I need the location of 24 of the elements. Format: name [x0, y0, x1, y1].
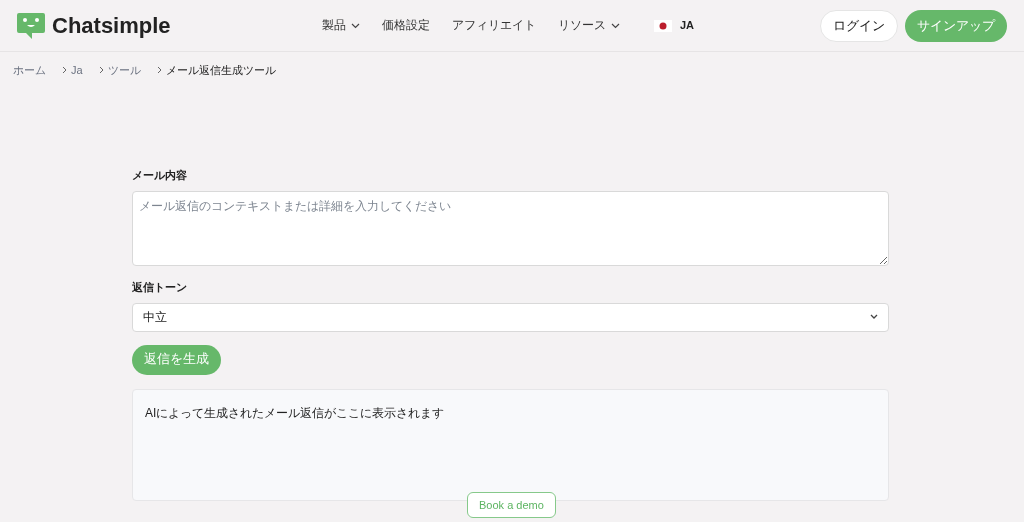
chevron-right-icon [156, 66, 162, 75]
output-placeholder-text: AIによって生成されたメール返信がここに表示されます [145, 404, 446, 422]
japan-flag-icon [654, 19, 672, 32]
chat-logo-icon [16, 10, 46, 41]
nav-menu[interactable]: 製品 [322, 16, 360, 35]
field-label: メール内容 [132, 167, 188, 183]
brand-name: Chatsimple [52, 12, 171, 40]
breadcrumb-link[interactable]: Ja [71, 62, 83, 79]
chevron-right-icon [62, 66, 67, 75]
email-content-field[interactable]: メール返信のコンテキストまたは詳細を入力してください [132, 191, 889, 266]
breadcrumb-link[interactable]: ツール [107, 62, 141, 79]
tone-select[interactable]: 中立 [132, 302, 889, 332]
chevron-down-icon [351, 22, 360, 29]
chevron-down-icon [870, 314, 878, 320]
nav-link[interactable]: 価格設定 [382, 16, 430, 35]
nav-menu[interactable]: リソース [558, 16, 620, 35]
field-label: 返信トーン [132, 280, 188, 295]
breadcrumb-current: メール返信生成ツール [165, 63, 276, 78]
language-selector[interactable]: JA [680, 17, 695, 34]
login-button[interactable]: ログイン [820, 9, 898, 42]
chevron-down-icon [611, 22, 620, 29]
nav-link[interactable]: アフィリエイト [452, 16, 536, 35]
breadcrumb-link[interactable]: ホーム [13, 62, 46, 79]
chevron-right-icon [98, 66, 104, 75]
